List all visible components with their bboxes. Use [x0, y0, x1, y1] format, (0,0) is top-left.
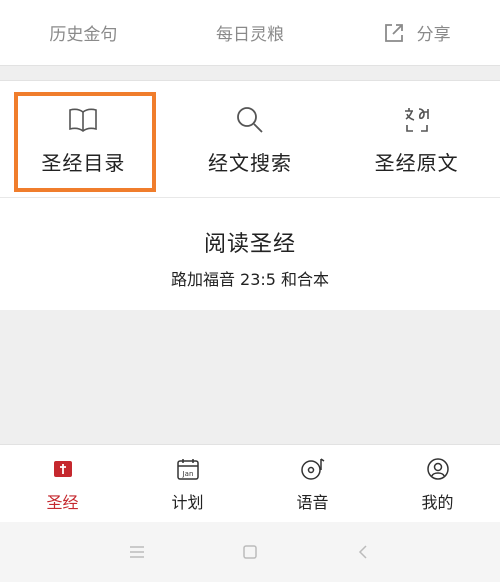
tab-bible[interactable]: 圣经: [0, 445, 125, 522]
tab-audio-label: 语音: [296, 492, 329, 512]
tab-plan[interactable]: Jan 计划: [125, 445, 250, 522]
tools-row: 圣经目录 经文搜索 圣经原文: [0, 80, 500, 198]
reading-title: 阅读圣经: [203, 232, 296, 257]
tab-mine-label: 我的: [421, 492, 454, 512]
original-text-button[interactable]: 圣经原文: [333, 81, 500, 197]
calendar-icon: Jan: [176, 458, 199, 480]
share-label: 分享: [416, 25, 451, 45]
empty-area: [0, 310, 500, 444]
history-quotes-button[interactable]: 历史金句: [0, 0, 167, 65]
daily-bread-label: 每日灵粮: [216, 25, 284, 45]
translate-icon: [404, 107, 429, 132]
profile-icon: [426, 457, 449, 480]
share-button[interactable]: 分享: [333, 0, 500, 65]
bible-icon: [53, 460, 72, 477]
tab-audio[interactable]: 语音: [250, 445, 375, 522]
system-nav-bar: [0, 522, 500, 582]
tab-mine[interactable]: 我的: [375, 445, 500, 522]
daily-bread-button[interactable]: 每日灵粮: [167, 0, 334, 65]
bible-catalog-label: 圣经目录: [41, 150, 126, 175]
tab-plan-label: 计划: [171, 492, 204, 512]
reading-subtitle: 路加福音 23:5 和合本: [170, 270, 330, 289]
verse-search-label: 经文搜索: [208, 150, 292, 175]
bible-catalog-button[interactable]: 圣经目录: [0, 81, 167, 197]
bottom-tab-bar: 圣经 Jan 计划 语音 我的: [0, 444, 500, 522]
music-disc-icon: [300, 457, 324, 480]
reading-section[interactable]: 阅读圣经 路加福音 23:5 和合本: [0, 198, 500, 310]
search-icon: [237, 106, 263, 133]
home-icon[interactable]: [230, 532, 270, 572]
calendar-icon-text: Jan: [181, 470, 193, 478]
original-text-label: 圣经原文: [374, 150, 459, 175]
share-icon: [384, 23, 403, 42]
tab-bible-label: 圣经: [46, 492, 79, 512]
history-quotes-label: 历史金句: [49, 25, 118, 45]
verse-search-button[interactable]: 经文搜索: [167, 81, 334, 197]
menu-icon[interactable]: [117, 532, 157, 572]
book-open-icon: [69, 108, 98, 132]
top-actions-bar: 历史金句 每日灵粮 分享: [0, 0, 500, 66]
back-icon[interactable]: [343, 532, 383, 572]
